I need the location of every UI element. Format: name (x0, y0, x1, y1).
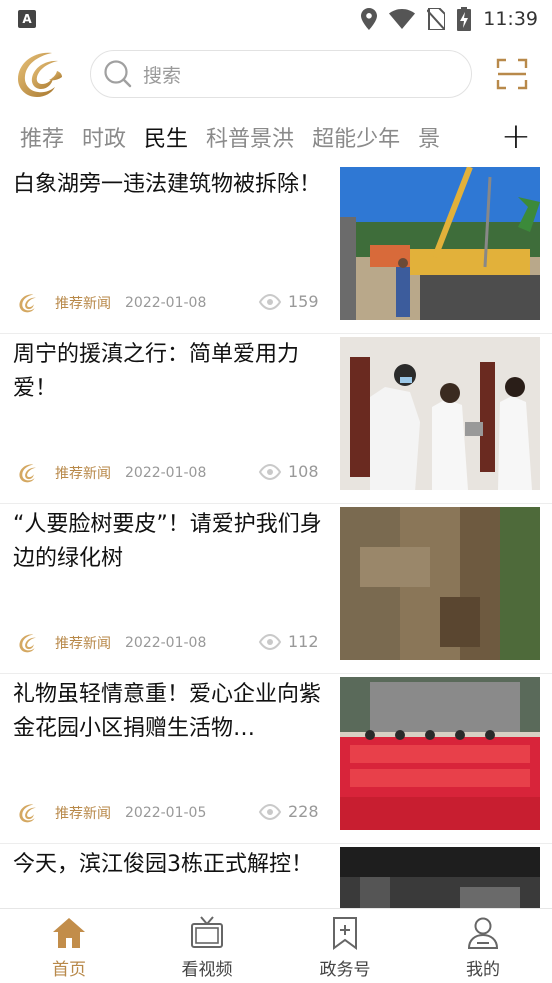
header: 搜索 (0, 38, 552, 110)
tab-recommend[interactable]: 推荐 (20, 121, 64, 153)
eye-icon (258, 633, 282, 650)
tab-politics[interactable]: 时政 (82, 121, 126, 153)
app-logo[interactable] (12, 47, 66, 101)
view-count: 108 (288, 462, 319, 481)
tab-scenery[interactable]: 景 (418, 121, 440, 153)
eye-icon (258, 293, 282, 310)
view-count: 228 (288, 802, 319, 821)
search-input[interactable]: 搜索 (90, 50, 472, 98)
tab-super-youth[interactable]: 超能少年 (312, 121, 400, 153)
notification-app-icon: A (18, 10, 36, 28)
news-thumbnail[interactable] (340, 677, 540, 830)
tab-livelihood[interactable]: 民生 (144, 121, 188, 153)
nav-video[interactable]: 看视频 (138, 909, 276, 983)
news-title[interactable]: 礼物虽轻情意重！爱心企业向紫金花园小区捐赠生活物… (13, 678, 331, 746)
news-source: 推荐新闻 (55, 806, 111, 822)
category-tabs: 推荐 时政 民生 科普景洪 超能少年 景 + (0, 110, 552, 164)
tv-icon (191, 916, 223, 948)
news-date: 2022-01-08 (125, 465, 207, 481)
view-count: 112 (288, 632, 319, 651)
bookmark-plus-icon (333, 917, 357, 950)
bottom-nav: 首页 看视频 政务号 我的 (0, 908, 552, 983)
nav-profile[interactable]: 我的 (414, 909, 552, 983)
news-feed[interactable]: 白象湖旁一违法建筑物被拆除！ 推荐新闻 2022-01-08 159 周宁的援滇… (0, 164, 552, 908)
news-thumbnail[interactable] (340, 337, 540, 490)
nav-label: 政务号 (319, 960, 371, 980)
view-count: 159 (288, 292, 319, 311)
eye-icon (258, 803, 282, 820)
news-source: 推荐新闻 (55, 636, 111, 652)
add-channel-button[interactable]: + (480, 110, 552, 164)
no-sim-icon (427, 8, 446, 30)
nav-government[interactable]: 政务号 (276, 909, 414, 983)
status-bar: A 11:39 (0, 0, 552, 38)
news-title[interactable]: “人要脸树要皮”！请爱护我们身边的绿化树 (13, 508, 331, 576)
nav-label: 看视频 (181, 960, 233, 980)
scan-icon[interactable] (496, 58, 528, 90)
news-item[interactable]: 今天，滨江俊园3栋正式解控！ (0, 844, 552, 908)
eye-icon (258, 463, 282, 480)
news-thumbnail[interactable] (340, 847, 540, 908)
wifi-icon (389, 9, 416, 29)
news-date: 2022-01-08 (125, 295, 207, 311)
search-icon (104, 60, 132, 88)
news-thumbnail[interactable] (340, 507, 540, 660)
source-logo-icon (19, 464, 36, 483)
plus-icon: + (500, 116, 532, 157)
news-title[interactable]: 白象湖旁一违法建筑物被拆除！ (13, 168, 331, 202)
battery-charging-icon (457, 7, 472, 31)
source-logo-icon (19, 804, 36, 823)
user-icon (467, 917, 499, 949)
search-placeholder: 搜索 (143, 64, 182, 87)
news-title[interactable]: 周宁的援滇之行：简单爱用力爱！ (13, 338, 331, 406)
news-source: 推荐新闻 (55, 466, 111, 482)
news-item[interactable]: “人要脸树要皮”！请爱护我们身边的绿化树 推荐新闻 2022-01-08 112 (0, 504, 552, 674)
source-logo-icon (19, 294, 36, 313)
news-source: 推荐新闻 (55, 296, 111, 312)
home-icon (53, 918, 85, 948)
tab-science-jinghong[interactable]: 科普景洪 (206, 121, 294, 153)
nav-label: 我的 (466, 960, 500, 980)
news-date: 2022-01-05 (125, 805, 207, 821)
news-title[interactable]: 今天，滨江俊园3栋正式解控！ (13, 848, 331, 882)
nav-home[interactable]: 首页 (0, 909, 138, 983)
source-logo-icon (19, 634, 36, 653)
news-item[interactable]: 白象湖旁一违法建筑物被拆除！ 推荐新闻 2022-01-08 159 (0, 164, 552, 334)
news-date: 2022-01-08 (125, 635, 207, 651)
nav-label: 首页 (52, 960, 86, 980)
news-item[interactable]: 礼物虽轻情意重！爱心企业向紫金花园小区捐赠生活物… 推荐新闻 2022-01-0… (0, 674, 552, 844)
news-thumbnail[interactable] (340, 167, 540, 320)
clock: 11:39 (483, 8, 538, 30)
news-item[interactable]: 周宁的援滇之行：简单爱用力爱！ 推荐新闻 2022-01-08 108 (0, 334, 552, 504)
location-icon (361, 8, 378, 30)
